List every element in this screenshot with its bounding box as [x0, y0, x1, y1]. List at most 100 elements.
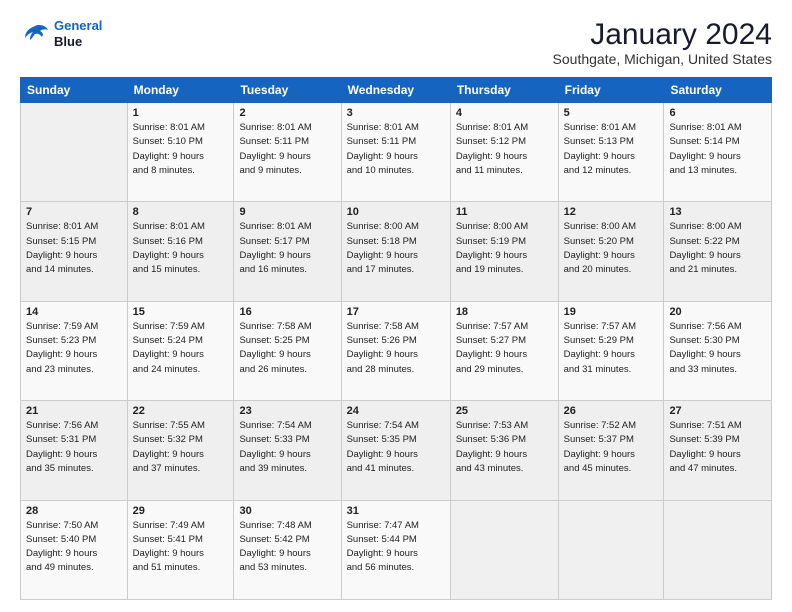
calendar-cell: 13 Sunrise: 8:00 AM Sunset: 5:22 PM Dayli… — [664, 202, 772, 301]
day-number: 12 — [564, 206, 659, 218]
calendar-cell: 15 Sunrise: 7:59 AM Sunset: 5:24 PM Dayli… — [127, 301, 234, 400]
day-number: 15 — [133, 306, 229, 318]
week-row-4: 21Sunrise: 7:56 AM Sunset: 5:31 PM Dayli… — [21, 401, 772, 500]
day-number: 30 — [239, 505, 335, 517]
day-info: Sunrise: 7:51 AM Sunset: 5:39 PM Dayligh… — [669, 419, 766, 476]
week-row-2: 7 Sunrise: 8:01 AM Sunset: 5:15 PM Daylig… — [21, 202, 772, 301]
day-info: Sunrise: 8:01 AM Sunset: 5:12 PM Dayligh… — [456, 121, 553, 178]
day-info: Sunrise: 7:53 AM Sunset: 5:36 PM Dayligh… — [456, 419, 553, 476]
calendar-cell — [21, 103, 128, 202]
logo-line1: General — [54, 18, 102, 33]
day-number: 29 — [133, 505, 229, 517]
day-number: 2 — [239, 107, 335, 119]
calendar-cell: 21Sunrise: 7:56 AM Sunset: 5:31 PM Dayli… — [21, 401, 128, 500]
day-info: Sunrise: 8:00 AM Sunset: 5:22 PM Dayligh… — [669, 220, 766, 277]
day-number: 22 — [133, 405, 229, 417]
day-number: 1 — [133, 107, 229, 119]
day-number: 8 — [133, 206, 229, 218]
calendar-cell: 24Sunrise: 7:54 AM Sunset: 5:35 PM Dayli… — [341, 401, 450, 500]
day-info: Sunrise: 8:00 AM Sunset: 5:20 PM Dayligh… — [564, 220, 659, 277]
calendar-cell: 2Sunrise: 8:01 AM Sunset: 5:11 PM Daylig… — [234, 103, 341, 202]
day-info: Sunrise: 8:01 AM Sunset: 5:11 PM Dayligh… — [347, 121, 445, 178]
column-header-saturday: Saturday — [664, 78, 772, 103]
day-info: Sunrise: 7:47 AM Sunset: 5:44 PM Dayligh… — [347, 519, 445, 576]
header: General Blue January 2024 Southgate, Mic… — [20, 18, 772, 67]
calendar-cell: 27 Sunrise: 7:51 AM Sunset: 5:39 PM Dayli… — [664, 401, 772, 500]
day-info: Sunrise: 7:57 AM Sunset: 5:29 PM Dayligh… — [564, 320, 659, 377]
calendar-cell: 20 Sunrise: 7:56 AM Sunset: 5:30 PM Dayli… — [664, 301, 772, 400]
day-number: 27 — [669, 405, 766, 417]
column-header-sunday: Sunday — [21, 78, 128, 103]
logo: General Blue — [20, 18, 102, 49]
calendar-cell: 23 Sunrise: 7:54 AM Sunset: 5:33 PM Dayli… — [234, 401, 341, 500]
day-info: Sunrise: 8:01 AM Sunset: 5:13 PM Dayligh… — [564, 121, 659, 178]
calendar-cell — [450, 500, 558, 599]
day-number: 13 — [669, 206, 766, 218]
calendar-cell: 22Sunrise: 7:55 AM Sunset: 5:32 PM Dayli… — [127, 401, 234, 500]
column-header-thursday: Thursday — [450, 78, 558, 103]
day-info: Sunrise: 7:58 AM Sunset: 5:26 PM Dayligh… — [347, 320, 445, 377]
calendar-cell: 14 Sunrise: 7:59 AM Sunset: 5:23 PM Dayli… — [21, 301, 128, 400]
day-number: 11 — [456, 206, 553, 218]
day-info: Sunrise: 7:48 AM Sunset: 5:42 PM Dayligh… — [239, 519, 335, 576]
day-number: 17 — [347, 306, 445, 318]
day-number: 4 — [456, 107, 553, 119]
day-number: 31 — [347, 505, 445, 517]
day-number: 16 — [239, 306, 335, 318]
calendar-cell: 5 Sunrise: 8:01 AM Sunset: 5:13 PM Daylig… — [558, 103, 664, 202]
calendar-table: SundayMondayTuesdayWednesdayThursdayFrid… — [20, 77, 772, 600]
calendar-cell: 16Sunrise: 7:58 AM Sunset: 5:25 PM Dayli… — [234, 301, 341, 400]
day-number: 5 — [564, 107, 659, 119]
calendar-cell: 6Sunrise: 8:01 AM Sunset: 5:14 PM Daylig… — [664, 103, 772, 202]
day-info: Sunrise: 7:57 AM Sunset: 5:27 PM Dayligh… — [456, 320, 553, 377]
calendar-cell — [558, 500, 664, 599]
week-row-5: 28 Sunrise: 7:50 AM Sunset: 5:40 PM Dayli… — [21, 500, 772, 599]
calendar-cell: 19Sunrise: 7:57 AM Sunset: 5:29 PM Dayli… — [558, 301, 664, 400]
day-info: Sunrise: 8:01 AM Sunset: 5:10 PM Dayligh… — [133, 121, 229, 178]
day-number: 6 — [669, 107, 766, 119]
column-header-monday: Monday — [127, 78, 234, 103]
calendar-cell: 31 Sunrise: 7:47 AM Sunset: 5:44 PM Dayli… — [341, 500, 450, 599]
calendar-cell — [664, 500, 772, 599]
day-info: Sunrise: 8:01 AM Sunset: 5:15 PM Dayligh… — [26, 220, 122, 277]
calendar-cell: 28 Sunrise: 7:50 AM Sunset: 5:40 PM Dayli… — [21, 500, 128, 599]
day-number: 9 — [239, 206, 335, 218]
calendar-cell: 1 Sunrise: 8:01 AM Sunset: 5:10 PM Daylig… — [127, 103, 234, 202]
calendar-cell: 30 Sunrise: 7:48 AM Sunset: 5:42 PM Dayli… — [234, 500, 341, 599]
column-header-friday: Friday — [558, 78, 664, 103]
day-info: Sunrise: 7:56 AM Sunset: 5:30 PM Dayligh… — [669, 320, 766, 377]
calendar-title: January 2024 — [553, 18, 772, 51]
day-info: Sunrise: 8:01 AM Sunset: 5:17 PM Dayligh… — [239, 220, 335, 277]
day-number: 24 — [347, 405, 445, 417]
logo-icon — [20, 22, 50, 46]
week-row-1: 1 Sunrise: 8:01 AM Sunset: 5:10 PM Daylig… — [21, 103, 772, 202]
week-row-3: 14 Sunrise: 7:59 AM Sunset: 5:23 PM Dayli… — [21, 301, 772, 400]
day-info: Sunrise: 7:59 AM Sunset: 5:23 PM Dayligh… — [26, 320, 122, 377]
calendar-cell: 29 Sunrise: 7:49 AM Sunset: 5:41 PM Dayli… — [127, 500, 234, 599]
calendar-cell: 26Sunrise: 7:52 AM Sunset: 5:37 PM Dayli… — [558, 401, 664, 500]
day-info: Sunrise: 7:49 AM Sunset: 5:41 PM Dayligh… — [133, 519, 229, 576]
day-number: 28 — [26, 505, 122, 517]
day-number: 7 — [26, 206, 122, 218]
calendar-cell: 25 Sunrise: 7:53 AM Sunset: 5:36 PM Dayli… — [450, 401, 558, 500]
calendar-cell: 17 Sunrise: 7:58 AM Sunset: 5:26 PM Dayli… — [341, 301, 450, 400]
day-info: Sunrise: 7:50 AM Sunset: 5:40 PM Dayligh… — [26, 519, 122, 576]
day-info: Sunrise: 8:01 AM Sunset: 5:16 PM Dayligh… — [133, 220, 229, 277]
day-info: Sunrise: 7:59 AM Sunset: 5:24 PM Dayligh… — [133, 320, 229, 377]
day-info: Sunrise: 7:56 AM Sunset: 5:31 PM Dayligh… — [26, 419, 122, 476]
day-number: 25 — [456, 405, 553, 417]
day-number: 20 — [669, 306, 766, 318]
day-number: 23 — [239, 405, 335, 417]
day-number: 14 — [26, 306, 122, 318]
calendar-cell: 3 Sunrise: 8:01 AM Sunset: 5:11 PM Daylig… — [341, 103, 450, 202]
page: General Blue January 2024 Southgate, Mic… — [0, 0, 792, 612]
title-block: January 2024 Southgate, Michigan, United… — [553, 18, 772, 67]
calendar-cell: 12 Sunrise: 8:00 AM Sunset: 5:20 PM Dayli… — [558, 202, 664, 301]
day-number: 10 — [347, 206, 445, 218]
column-header-row: SundayMondayTuesdayWednesdayThursdayFrid… — [21, 78, 772, 103]
calendar-cell: 9 Sunrise: 8:01 AM Sunset: 5:17 PM Daylig… — [234, 202, 341, 301]
day-number: 3 — [347, 107, 445, 119]
logo-text: General Blue — [54, 18, 102, 49]
calendar-cell: 11Sunrise: 8:00 AM Sunset: 5:19 PM Dayli… — [450, 202, 558, 301]
day-info: Sunrise: 7:54 AM Sunset: 5:33 PM Dayligh… — [239, 419, 335, 476]
